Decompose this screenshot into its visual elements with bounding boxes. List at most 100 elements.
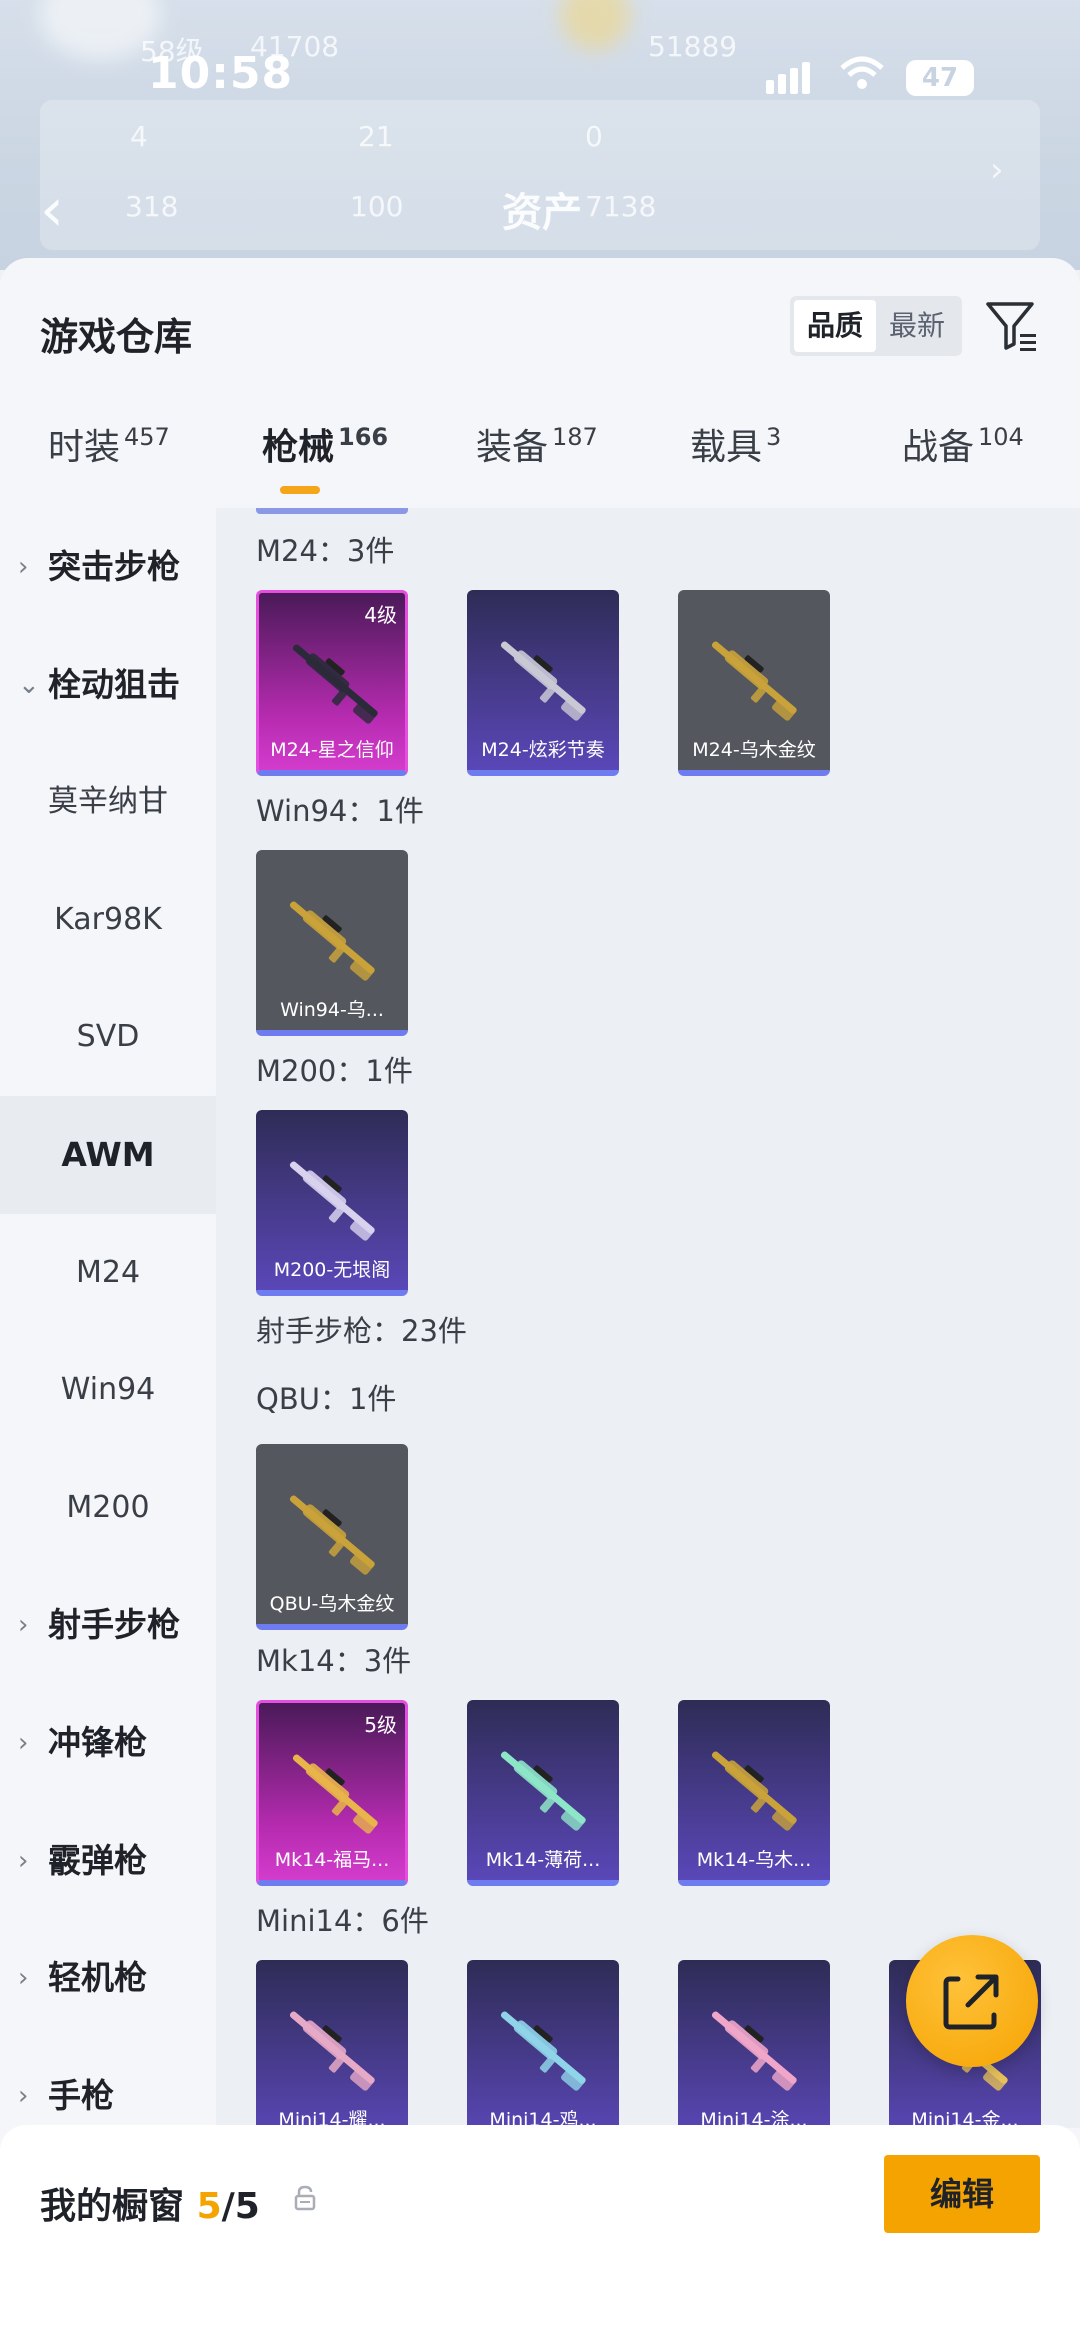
chevron-right-icon: › bbox=[18, 1845, 29, 1876]
group-title: 射手步枪：23件 bbox=[256, 1314, 467, 1348]
weapon-image bbox=[500, 1751, 586, 1831]
weapon-image bbox=[289, 1161, 375, 1241]
share-icon bbox=[943, 1974, 999, 2030]
nav-item-label: M24 bbox=[75, 1254, 141, 1290]
tab-equipment[interactable]: 装备 187 bbox=[476, 418, 598, 470]
nav-item[interactable]: › 射手步枪 bbox=[0, 1566, 216, 1684]
weapon-name: Mk14-福马... bbox=[274, 1849, 390, 1871]
nav-item[interactable]: M200 bbox=[0, 1449, 216, 1567]
nav-item-label: Win94 bbox=[60, 1372, 156, 1408]
weapon-image bbox=[289, 901, 375, 981]
wifi-icon bbox=[840, 54, 884, 100]
nav-item[interactable]: Kar98K bbox=[0, 861, 216, 979]
showcase-bar: 我的橱窗 5/5 编辑 bbox=[0, 2125, 1080, 2347]
weapon-card[interactable]: M24-炫彩节奏 bbox=[467, 590, 619, 776]
weapon-image bbox=[289, 1495, 375, 1575]
nav-item-label: 轻机枪 bbox=[48, 1958, 147, 1998]
nav-item-label: SVD bbox=[76, 1019, 140, 1055]
page-title: 游戏仓库 bbox=[40, 315, 193, 359]
group-title: Mk14：3件 bbox=[256, 1644, 412, 1678]
weapon-name: M24-乌木金纹 bbox=[692, 739, 816, 761]
weapon-card[interactable]: Mini14-耀... bbox=[256, 1960, 408, 2128]
weapon-name: Win94-乌... bbox=[280, 999, 384, 1021]
weapon-card[interactable]: Mini14-鸡... bbox=[467, 1960, 619, 2128]
back-button[interactable]: ‹ bbox=[40, 175, 64, 245]
weapon-image bbox=[292, 1754, 378, 1834]
chevron-right-icon: › bbox=[18, 1728, 29, 1758]
nav-item[interactable]: › 突击步枪 bbox=[0, 508, 216, 626]
weapon-card[interactable]: QBU-乌木金纹 bbox=[256, 1444, 408, 1630]
weapon-image bbox=[500, 641, 586, 721]
nav-item[interactable]: SVD bbox=[0, 978, 216, 1096]
assets-label: 资产 bbox=[502, 190, 582, 236]
showcase-label: 我的橱窗 5/5 bbox=[40, 2186, 260, 2227]
edit-button[interactable]: 编辑 bbox=[884, 2155, 1040, 2233]
group-title: M200：1件 bbox=[256, 1054, 413, 1088]
nav-item-label: 手枪 bbox=[48, 2075, 114, 2115]
signal-icon bbox=[766, 62, 814, 94]
level-badge: 5级 bbox=[364, 1713, 397, 1737]
weapon-name: QBU-乌木金纹 bbox=[269, 1593, 395, 1615]
chevron-right-icon: › bbox=[18, 1610, 29, 1641]
weapon-card[interactable]: Win94-乌... bbox=[256, 850, 408, 1036]
tab-battle-gear[interactable]: 战备 104 bbox=[902, 418, 1024, 470]
weapon-card[interactable]: 4级 M24-星之信仰 bbox=[256, 590, 408, 776]
battery-icon: 47 bbox=[906, 60, 974, 96]
stat-text: 4 bbox=[130, 120, 148, 153]
weapon-list: M24：3件 4级 M24-星之信仰 M24-炫彩节奏 M24-乌木金纹 Win94：1件… bbox=[216, 508, 1080, 2128]
weapon-card[interactable]: Mk14-乌木... bbox=[678, 1700, 830, 1886]
nav-item-label: M200 bbox=[66, 1489, 150, 1525]
nav-item[interactable]: 莫辛纳甘 bbox=[0, 743, 216, 861]
nav-item[interactable]: › 霰弹枪 bbox=[0, 1802, 216, 1920]
status-bar: 10:58 47 bbox=[0, 40, 1080, 120]
weapon-name: M200-无垠阁 bbox=[273, 1259, 391, 1281]
tab-fashion[interactable]: 时装 457 bbox=[48, 418, 170, 470]
stat-text: 21 bbox=[358, 120, 394, 153]
lock-icon bbox=[294, 2185, 316, 2218]
nav-item-label: 冲锋枪 bbox=[48, 1723, 147, 1762]
chevron-down-icon: ⌄ bbox=[18, 669, 40, 700]
weapon-card[interactable]: M24-乌木金纹 bbox=[678, 590, 830, 776]
left-category-nav: › 突击步枪 ⌄ 栓动狙击 莫辛纳甘 Kar98K SVD AWM M24 Win94 M200 › 射… bbox=[0, 508, 216, 2128]
weapon-card[interactable]: M200-无垠阁 bbox=[256, 1110, 408, 1296]
tab-weapons[interactable]: 枪械 166 bbox=[262, 418, 388, 470]
weapon-card[interactable]: 5级 Mk14-福马... bbox=[256, 1700, 408, 1886]
weapon-name: M24-星之信仰 bbox=[270, 739, 394, 761]
nav-item-label: AWM bbox=[61, 1135, 155, 1174]
weapon-name: Mk14-薄荷... bbox=[485, 1849, 601, 1871]
weapon-card[interactable]: Mini14-涂... bbox=[678, 1960, 830, 2128]
sort-quality-button[interactable]: 品质 bbox=[794, 300, 876, 352]
sort-toggle: 品质 最新 bbox=[790, 296, 962, 356]
group-title: M24：3件 bbox=[256, 534, 395, 568]
nav-item-label: 霰弹枪 bbox=[48, 1840, 147, 1880]
weapon-image bbox=[711, 2011, 797, 2091]
tab-vehicles[interactable]: 载具 3 bbox=[690, 418, 781, 470]
filter-icon[interactable] bbox=[984, 298, 1040, 354]
category-tabs: 时装 457 枪械 166 装备 187 载具 3 战备 104 bbox=[0, 418, 1080, 504]
group-title: QBU：1件 bbox=[256, 1382, 397, 1416]
weapon-card[interactable]: Mk14-薄荷... bbox=[467, 1700, 619, 1886]
nav-item[interactable]: › 轻机枪 bbox=[0, 1919, 216, 2037]
scroll-edge-hint bbox=[256, 508, 408, 514]
group-title: Win94：1件 bbox=[256, 794, 424, 828]
chevron-right-icon: › bbox=[990, 150, 1004, 190]
sort-newest-button[interactable]: 最新 bbox=[876, 300, 958, 352]
stat-text: 318 bbox=[125, 190, 179, 223]
weapon-image bbox=[711, 1751, 797, 1831]
status-time: 10:58 bbox=[148, 48, 294, 99]
weapon-name: Mk14-乌木... bbox=[696, 1849, 812, 1871]
nav-item[interactable]: M24 bbox=[0, 1214, 216, 1332]
level-badge: 4级 bbox=[364, 603, 397, 627]
nav-item[interactable]: Win94 bbox=[0, 1331, 216, 1449]
active-tab-indicator bbox=[280, 486, 320, 494]
share-button[interactable] bbox=[906, 1935, 1038, 2067]
nav-item[interactable]: ⌄ 栓动狙击 bbox=[0, 626, 216, 744]
stat-text: 7138 bbox=[585, 190, 657, 223]
nav-item-label: 射手步枪 bbox=[48, 1605, 180, 1645]
weapon-image bbox=[711, 641, 797, 721]
chevron-right-icon: › bbox=[18, 552, 29, 582]
nav-item[interactable]: › 冲锋枪 bbox=[0, 1684, 216, 1802]
stat-text: 100 bbox=[350, 190, 404, 223]
nav-item[interactable]: AWM bbox=[0, 1096, 216, 1214]
weapon-image bbox=[289, 2011, 375, 2091]
